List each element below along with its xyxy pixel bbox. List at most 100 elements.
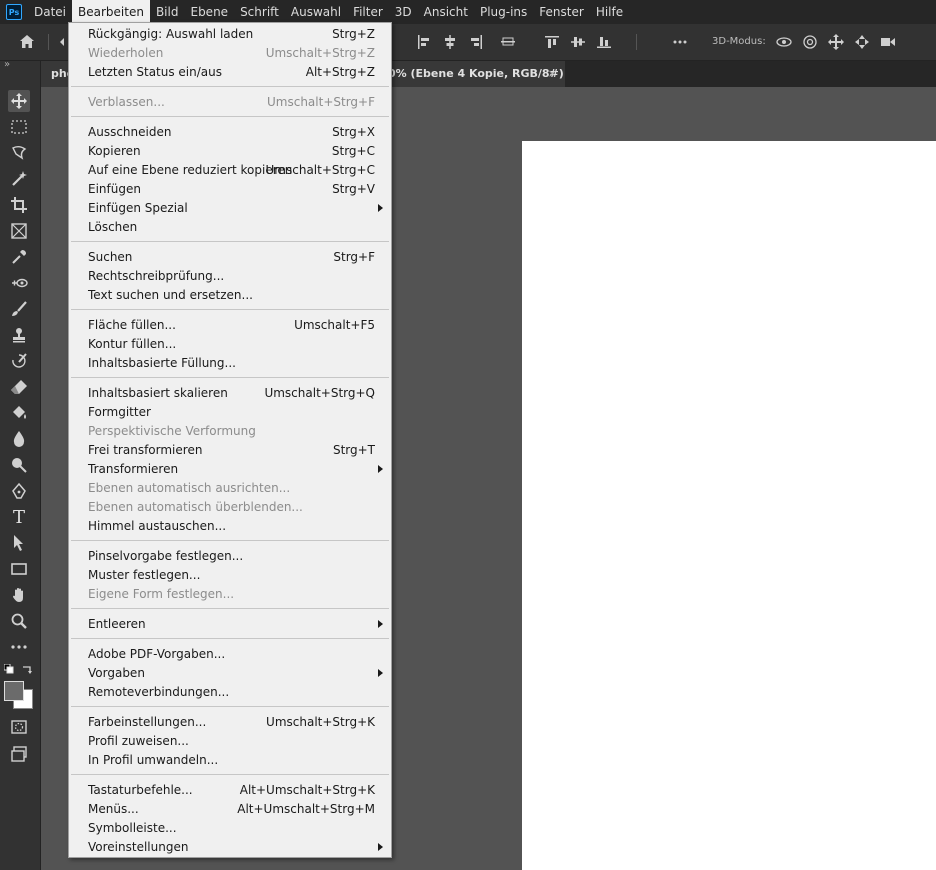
menu-separator: [71, 116, 389, 117]
menu-ebene[interactable]: Ebene: [184, 0, 234, 24]
menu-schrift[interactable]: Schrift: [234, 0, 285, 24]
menu-item-shortcut: Alt+Umschalt+Strg+M: [237, 802, 375, 816]
swap-colors-icon[interactable]: [21, 663, 33, 675]
menu-bearbeiten[interactable]: Bearbeiten: [72, 0, 150, 24]
menu-auswahl[interactable]: Auswahl: [285, 0, 347, 24]
marquee-tool-icon[interactable]: [8, 116, 30, 138]
menu-item-label: In Profil umwandeln...: [88, 753, 219, 767]
move-tool-icon[interactable]: [8, 90, 30, 112]
menu-item-label: Himmel austauschen...: [88, 519, 227, 533]
menu-item-voreinstellungen[interactable]: Voreinstellungen: [69, 838, 391, 857]
magic-wand-icon[interactable]: [8, 168, 30, 190]
align-center-h-icon[interactable]: [440, 32, 460, 52]
menu-item-symbolleiste[interactable]: Symbolleiste...: [69, 819, 391, 838]
3d-camera-icon[interactable]: [878, 32, 898, 52]
menu-bild[interactable]: Bild: [150, 0, 185, 24]
healing-brush-icon[interactable]: [8, 272, 30, 294]
menu-item-label: Auf eine Ebene reduziert kopieren: [88, 163, 293, 177]
screen-mode-icon[interactable]: [8, 743, 30, 765]
zoom-tool-icon[interactable]: [8, 610, 30, 632]
menu-item-tastaturbefehle[interactable]: Tastaturbefehle... Alt+Umschalt+Strg+K: [69, 781, 391, 800]
brush-tool-icon[interactable]: [8, 298, 30, 320]
home-icon[interactable]: [17, 32, 37, 52]
menu-item-rückgängig-auswahl-laden[interactable]: Rückgängig: Auswahl laden Strg+Z: [69, 25, 391, 44]
menu-item-transformieren[interactable]: Transformieren: [69, 460, 391, 479]
menu-item-label: Entleeren: [88, 617, 146, 631]
frame-tool-icon[interactable]: [8, 220, 30, 242]
menu-item-text-suchen-und-ersetzen[interactable]: Text suchen und ersetzen...: [69, 286, 391, 305]
menu-fenster[interactable]: Fenster: [533, 0, 590, 24]
paint-bucket-icon[interactable]: [8, 402, 30, 424]
menu-item-shortcut: Umschalt+Strg+C: [265, 163, 375, 177]
menu-item-in-profil-umwandeln[interactable]: In Profil umwandeln...: [69, 751, 391, 770]
more-options-icon[interactable]: [670, 32, 690, 52]
tab-document-2[interactable]: 0% (Ebene 4 Kopie, RGB/8#) * ×: [380, 61, 565, 87]
menu-ansicht[interactable]: Ansicht: [418, 0, 474, 24]
more-tools-icon[interactable]: [8, 636, 30, 658]
3d-roll-icon[interactable]: [800, 32, 820, 52]
menu-item-label: Adobe PDF-Vorgaben...: [88, 647, 226, 661]
crop-tool-icon[interactable]: [8, 194, 30, 216]
eraser-icon[interactable]: [8, 376, 30, 398]
3d-pan-icon[interactable]: [826, 32, 846, 52]
menu-item-einfügen[interactable]: Einfügen Strg+V: [69, 180, 391, 199]
menu-item-muster-festlegen[interactable]: Muster festlegen...: [69, 566, 391, 585]
align-top-icon[interactable]: [542, 32, 562, 52]
menu-item-kopieren[interactable]: Kopieren Strg+C: [69, 142, 391, 161]
3d-orbit-icon[interactable]: [774, 32, 794, 52]
menu-item-menüs[interactable]: Menüs... Alt+Umschalt+Strg+M: [69, 800, 391, 819]
collapse-panel-icon[interactable]: »: [4, 59, 10, 70]
align-right-icon[interactable]: [466, 32, 486, 52]
dodge-tool-icon[interactable]: [8, 454, 30, 476]
type-tool-icon[interactable]: T: [8, 506, 30, 528]
menu-item-suchen[interactable]: Suchen Strg+F: [69, 248, 391, 267]
blur-tool-icon[interactable]: [8, 428, 30, 450]
menu-item-letzten-status-ein-aus[interactable]: Letzten Status ein/aus Alt+Strg+Z: [69, 63, 391, 82]
default-colors-icon[interactable]: [3, 663, 14, 674]
menu-plug-ins[interactable]: Plug-ins: [474, 0, 533, 24]
menu-item-remoteverbindungen[interactable]: Remoteverbindungen...: [69, 683, 391, 702]
menu-3d[interactable]: 3D: [389, 0, 418, 24]
menu-item-löschen[interactable]: Löschen: [69, 218, 391, 237]
menu-datei[interactable]: Datei: [28, 0, 72, 24]
pen-tool-icon[interactable]: [8, 480, 30, 502]
menu-item-einfügen-spezial[interactable]: Einfügen Spezial: [69, 199, 391, 218]
menu-item-inhaltsbasierte-füllung[interactable]: Inhaltsbasierte Füllung...: [69, 354, 391, 373]
document-canvas[interactable]: [522, 141, 936, 870]
lasso-tool-icon[interactable]: [8, 142, 30, 164]
menu-item-pinselvorgabe-festlegen[interactable]: Pinselvorgabe festlegen...: [69, 547, 391, 566]
menu-item-entleeren[interactable]: Entleeren: [69, 615, 391, 634]
menu-item-rechtschreibprüfung[interactable]: Rechtschreibprüfung...: [69, 267, 391, 286]
menu-filter[interactable]: Filter: [347, 0, 389, 24]
hand-tool-icon[interactable]: [8, 584, 30, 606]
stamp-tool-icon[interactable]: [8, 324, 30, 346]
menu-hilfe[interactable]: Hilfe: [590, 0, 629, 24]
eyedropper-icon[interactable]: [8, 246, 30, 268]
menu-item-frei-transformieren[interactable]: Frei transformieren Strg+T: [69, 441, 391, 460]
3d-slide-icon[interactable]: [852, 32, 872, 52]
history-brush-icon[interactable]: [8, 350, 30, 372]
menu-item-vorgaben[interactable]: Vorgaben: [69, 664, 391, 683]
distribute-icon[interactable]: [498, 32, 518, 52]
align-bottom-icon[interactable]: [594, 32, 614, 52]
align-center-v-icon[interactable]: [568, 32, 588, 52]
menu-item-shortcut: Alt+Strg+Z: [305, 65, 375, 79]
menu-separator: [71, 638, 389, 639]
menu-item-profil-zuweisen[interactable]: Profil zuweisen...: [69, 732, 391, 751]
menu-item-formgitter[interactable]: Formgitter: [69, 403, 391, 422]
menu-item-farbeinstellungen[interactable]: Farbeinstellungen... Umschalt+Strg+K: [69, 713, 391, 732]
quick-mask-icon[interactable]: [8, 716, 30, 738]
menu-item-himmel-austauschen[interactable]: Himmel austauschen...: [69, 517, 391, 536]
path-select-icon[interactable]: [8, 532, 30, 554]
menu-item-auf-eine-ebene-reduziert-kopieren[interactable]: Auf eine Ebene reduziert kopieren Umschal…: [69, 161, 391, 180]
align-left-icon[interactable]: [414, 32, 434, 52]
menu-item-ausschneiden[interactable]: Ausschneiden Strg+X: [69, 123, 391, 142]
menu-separator: [71, 86, 389, 87]
menu-item-fläche-füllen[interactable]: Fläche füllen... Umschalt+F5: [69, 316, 391, 335]
menu-item-inhaltsbasiert-skalieren[interactable]: Inhaltsbasiert skalieren Umschalt+Strg+Q: [69, 384, 391, 403]
foreground-color-swatch[interactable]: [4, 681, 24, 701]
menu-item-kontur-füllen[interactable]: Kontur füllen...: [69, 335, 391, 354]
menu-item-adobe-pdf-vorgaben[interactable]: Adobe PDF-Vorgaben...: [69, 645, 391, 664]
close-tab-icon[interactable]: ×: [548, 61, 557, 87]
rectangle-tool-icon[interactable]: [8, 558, 30, 580]
